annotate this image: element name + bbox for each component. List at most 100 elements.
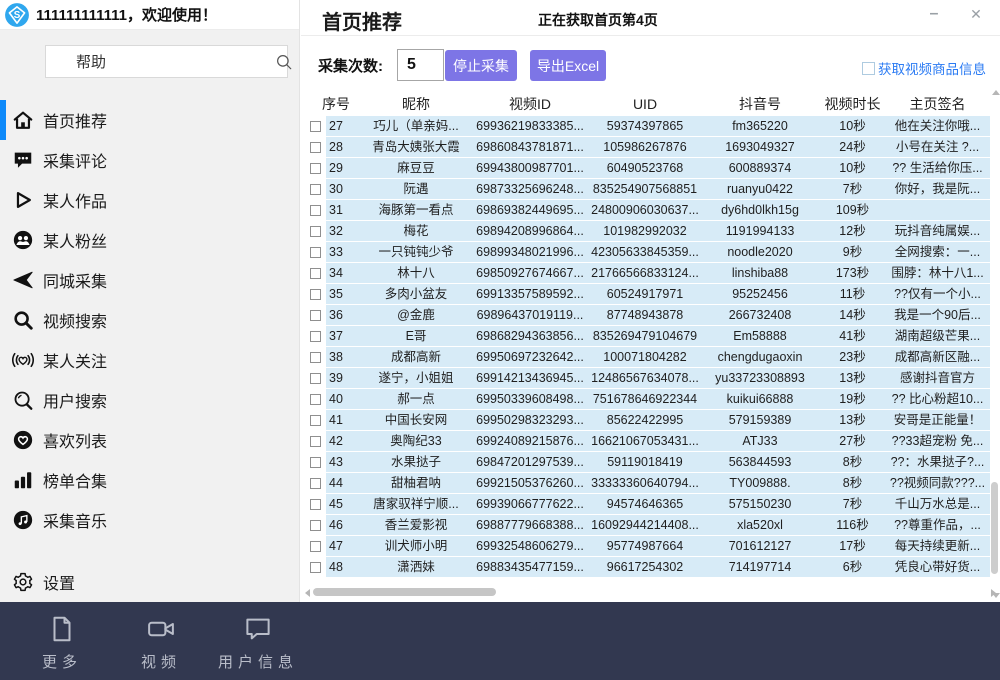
row-checkbox[interactable]	[310, 478, 321, 489]
sidebar-item-home-recommend[interactable]: 首页推荐	[0, 100, 299, 140]
row-checkbox[interactable]	[310, 373, 321, 384]
minimize-button[interactable]: –	[926, 8, 942, 24]
cell-video-id: 69936219833385...	[470, 116, 590, 136]
row-checkbox[interactable]	[310, 163, 321, 174]
sidebar-item-label: 采集评论	[43, 148, 107, 172]
row-checkbox[interactable]	[310, 331, 321, 342]
cell-uid: 12486567634078...	[590, 368, 700, 388]
cell-no: 45	[326, 494, 362, 514]
footer-item-user-info[interactable]: 用户信息	[213, 614, 303, 672]
sidebar-item-collect-comments[interactable]: 采集评论	[0, 140, 299, 180]
cell-duration: 173秒	[820, 263, 885, 283]
row-checkbox[interactable]	[310, 394, 321, 405]
row-checkbox[interactable]	[310, 289, 321, 300]
comment-icon	[12, 149, 34, 171]
cell-video-id: 69887779668388...	[470, 515, 590, 535]
row-checkbox-cell	[310, 289, 326, 300]
cell-video-id: 69921505376260...	[470, 473, 590, 493]
active-indicator	[0, 340, 6, 380]
search-icon[interactable]	[275, 53, 293, 71]
row-checkbox[interactable]	[310, 247, 321, 258]
sidebar-item-collect-music[interactable]: 采集音乐	[0, 500, 299, 540]
help-search-input[interactable]	[46, 46, 275, 77]
close-button[interactable]: ✕	[968, 6, 984, 22]
sidebar-item-user-fans[interactable]: 某人粉丝	[0, 220, 299, 260]
cell-duration: 8秒	[820, 473, 885, 493]
cell-no: 36	[326, 305, 362, 325]
cell-douyin-id: 714197714	[700, 557, 820, 577]
cell-duration: 116秒	[820, 515, 885, 535]
row-checkbox[interactable]	[310, 310, 321, 321]
export-excel-button[interactable]: 导出Excel	[530, 50, 606, 81]
table-row: 35多肉小盆友69913357589592...6052491797195252…	[310, 284, 990, 304]
goods-info-checkbox[interactable]	[862, 62, 875, 75]
footer-item-label: 更多	[42, 651, 82, 672]
row-checkbox[interactable]	[310, 142, 321, 153]
cell-no: 27	[326, 116, 362, 136]
horizontal-scroll-thumb[interactable]	[313, 588, 496, 596]
cell-douyin-id: noodle2020	[700, 242, 820, 262]
row-checkbox[interactable]	[310, 184, 321, 195]
row-checkbox[interactable]	[310, 520, 321, 531]
sidebar-item-ranking-collection[interactable]: 榜单合集	[0, 460, 299, 500]
sidebar-item-label: 首页推荐	[43, 108, 107, 132]
vertical-scrollbar[interactable]	[990, 90, 1000, 598]
row-checkbox[interactable]	[310, 121, 321, 132]
status-text: 正在获取首页第4页	[538, 10, 658, 30]
active-indicator	[0, 380, 6, 420]
row-checkbox[interactable]	[310, 562, 321, 573]
row-checkbox[interactable]	[310, 268, 321, 279]
row-checkbox-cell	[310, 415, 326, 426]
scroll-right-arrow-icon[interactable]	[991, 589, 996, 597]
sidebar-item-label: 某人粉丝	[43, 228, 107, 252]
sidebar-item-user-works[interactable]: 某人作品	[0, 180, 299, 220]
sidebar-item-label: 设置	[43, 570, 75, 594]
cell-uid: 95774987664	[590, 536, 700, 556]
cell-video-id: 69932548606279...	[470, 536, 590, 556]
stop-collect-button[interactable]: 停止采集	[445, 50, 517, 81]
sidebar-item-settings[interactable]: 设置	[0, 562, 299, 602]
row-checkbox[interactable]	[310, 226, 321, 237]
sidebar-item-user-follow[interactable]: 某人关注	[0, 340, 299, 380]
goods-info-checkbox-group[interactable]: 获取视频商品信息	[862, 58, 986, 78]
sidebar-item-user-search[interactable]: 用户搜索	[0, 380, 299, 420]
cell-douyin-id: TY009888.	[700, 473, 820, 493]
row-checkbox[interactable]	[310, 457, 321, 468]
cell-video-id: 69894208996864...	[470, 221, 590, 241]
cell-uid: 33333360640794...	[590, 473, 700, 493]
search-solid-icon	[12, 309, 34, 331]
table-row: 40郝一点69950339608498...751678646922344kui…	[310, 389, 990, 409]
cell-signature: 围脖：林十八1...	[885, 263, 990, 283]
row-checkbox[interactable]	[310, 352, 321, 363]
cell-uid: 24800906030637...	[590, 200, 700, 220]
footer-bar: 更多 视频 用户信息	[0, 602, 1000, 680]
scroll-up-arrow-icon[interactable]	[992, 90, 1000, 95]
cell-duration: 12秒	[820, 221, 885, 241]
cell-uid: 42305633845359...	[590, 242, 700, 262]
cell-douyin-id: 579159389	[700, 410, 820, 430]
footer-item-more[interactable]: 更多	[17, 614, 107, 672]
goods-info-label: 获取视频商品信息	[878, 58, 986, 78]
scroll-left-arrow-icon[interactable]	[305, 589, 310, 597]
heart-circle-icon	[12, 429, 34, 451]
row-checkbox[interactable]	[310, 499, 321, 510]
cell-uid: 60524917971	[590, 284, 700, 304]
active-indicator	[0, 220, 6, 260]
play-icon	[12, 189, 34, 211]
table-row: 43水果挞子69847201297539...59119018419563844…	[310, 452, 990, 472]
footer-item-video[interactable]: 视频	[116, 614, 206, 672]
row-checkbox[interactable]	[310, 541, 321, 552]
sidebar-item-like-list[interactable]: 喜欢列表	[0, 420, 299, 460]
row-checkbox[interactable]	[310, 205, 321, 216]
table-row: 39遂宁，小姐姐69914213436945...12486567634078.…	[310, 368, 990, 388]
row-checkbox[interactable]	[310, 436, 321, 447]
sidebar-item-city-collect[interactable]: 同城采集	[0, 260, 299, 300]
sidebar-item-video-search[interactable]: 视频搜索	[0, 300, 299, 340]
row-checkbox[interactable]	[310, 415, 321, 426]
cell-no: 42	[326, 431, 362, 451]
cell-video-id: 69860843781871...	[470, 137, 590, 157]
collect-count-input[interactable]	[397, 49, 444, 81]
horizontal-scrollbar[interactable]	[301, 586, 1000, 600]
cell-nickname: 香兰爱影视	[362, 515, 470, 535]
vertical-scroll-thumb[interactable]	[991, 482, 998, 574]
